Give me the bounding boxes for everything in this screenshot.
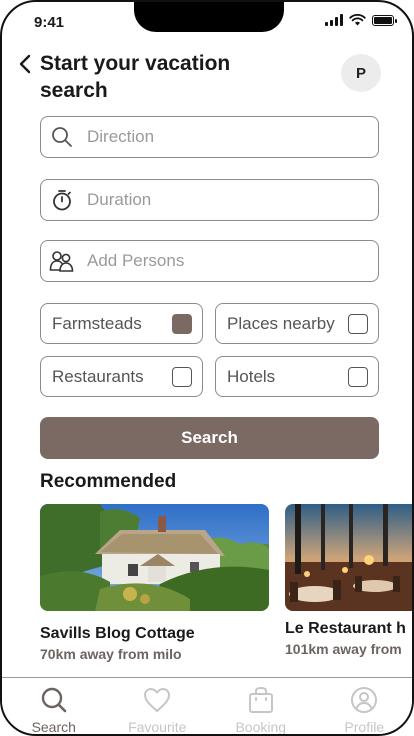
duration-field[interactable] [40,179,379,221]
heart-icon [142,685,172,715]
persons-input[interactable] [87,251,347,271]
recommended-card[interactable]: Savills Blog Cottage 70km away from milo [40,504,269,662]
option-farmsteads[interactable]: Farmsteads [40,303,203,344]
status-icons [325,14,397,26]
phone-frame: 9:41 Start your vacation search P Direct… [0,0,414,736]
option-label: Hotels [227,366,276,386]
tab-label: Favourite [128,719,187,735]
stopwatch-icon [49,187,75,213]
notch [134,2,284,32]
cottage-image [40,504,269,611]
persons-field[interactable] [40,240,379,282]
search-icon [39,685,69,715]
duration-input[interactable] [87,190,347,210]
search-button[interactable]: Search [40,417,379,459]
recommended-title: Recommended [40,471,177,492]
option-places-nearby[interactable]: Places nearby [215,303,379,344]
status-time: 9:41 [34,14,65,31]
option-label: Farmsteads [52,313,142,333]
people-icon [49,248,75,274]
page-title: Start your vacation search [40,52,231,102]
hotels-checkbox[interactable] [348,366,368,387]
tab-favourite[interactable]: Favourite [106,678,210,735]
places-nearby-checkbox[interactable] [348,313,368,334]
user-icon [349,685,379,715]
back-button[interactable] [14,52,36,76]
battery-icon [372,14,397,26]
card-title: Le Restaurant h [285,620,406,637]
chevron-left-icon [19,54,31,74]
card-distance: 101km away from [285,641,402,657]
tab-profile[interactable]: Profile [313,678,413,735]
option-restaurants[interactable]: Restaurants [40,356,203,397]
tab-search[interactable]: Search [2,678,106,735]
farmsteads-checkbox[interactable] [172,313,192,334]
tab-label: Search [31,719,76,735]
avatar-initial: P [355,64,366,82]
wifi-icon [349,14,366,26]
avatar[interactable]: P [341,54,381,92]
direction-field[interactable] [40,116,379,158]
restaurants-checkbox[interactable] [172,366,192,387]
signal-icon [325,14,343,26]
restaurant-image [285,504,412,611]
bottom-tab-bar: Search Favourite Booking Profile [2,677,413,735]
option-hotels[interactable]: Hotels [215,356,379,397]
tab-label: Profile [344,719,385,735]
tab-label: Booking [235,719,287,735]
direction-input[interactable] [87,127,347,147]
recommended-card[interactable]: Le Restaurant h 101km away from [285,504,412,657]
bag-icon [246,685,276,715]
option-label: Restaurants [52,366,144,386]
card-distance: 70km away from milo [40,646,182,662]
card-title: Savills Blog Cottage [40,625,195,642]
option-label: Places nearby [227,313,335,333]
search-icon [49,124,75,150]
tab-booking[interactable]: Booking [209,678,313,735]
